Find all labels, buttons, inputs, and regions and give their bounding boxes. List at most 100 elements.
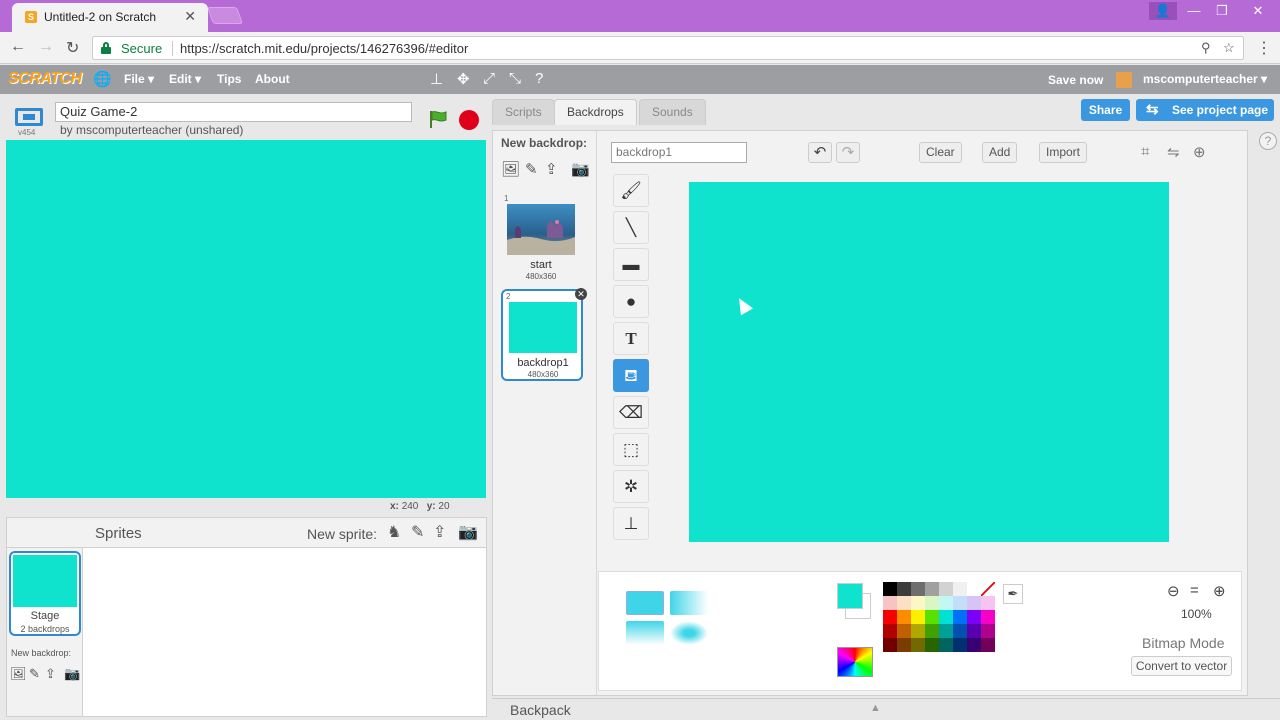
share-button[interactable]: Share: [1081, 99, 1130, 121]
about-menu[interactable]: About: [255, 72, 290, 86]
language-globe-icon[interactable]: 🌐: [93, 70, 112, 88]
paint-sprite-icon[interactable]: ✎: [411, 522, 424, 542]
palette-color-cell[interactable]: [953, 582, 967, 596]
star-icon[interactable]: ☆: [1223, 40, 1235, 56]
cut-scissors-icon[interactable]: ✥: [457, 70, 470, 88]
eyedropper-icon[interactable]: ✒: [1003, 584, 1023, 604]
username-menu[interactable]: mscomputerteacher ▾: [1143, 72, 1267, 86]
green-flag-icon[interactable]: [428, 109, 448, 129]
brush-tool-icon[interactable]: 🖌: [613, 174, 649, 207]
palette-color-cell[interactable]: [981, 624, 995, 638]
redo-icon[interactable]: ↷: [836, 142, 860, 163]
scratch-logo[interactable]: SCRATCH: [8, 70, 82, 88]
tab-backdrops[interactable]: Backdrops: [554, 99, 637, 125]
browser-tab[interactable]: S Untitled-2 on Scratch ✕: [12, 3, 208, 32]
upload-backdrop-icon-small[interactable]: ⇪: [45, 666, 56, 682]
palette-color-cell[interactable]: [939, 582, 953, 596]
line-tool-icon[interactable]: ╲: [613, 211, 649, 244]
back-icon[interactable]: ←: [10, 38, 26, 56]
zoom-in-icon[interactable]: ⊕: [1213, 582, 1226, 600]
new-tab-button[interactable]: [206, 7, 244, 24]
palette-color-cell[interactable]: [939, 638, 953, 652]
palette-color-cell[interactable]: [981, 582, 995, 596]
convert-to-vector-button[interactable]: Convert to vector: [1131, 656, 1232, 676]
delete-backdrop-icon[interactable]: ✕: [575, 288, 587, 300]
palette-color-cell[interactable]: [911, 610, 925, 624]
palette-color-cell[interactable]: [967, 582, 981, 596]
camera-backdrop-icon[interactable]: 📷: [571, 160, 590, 178]
see-project-page-button[interactable]: ⇆ See project page: [1136, 99, 1274, 121]
help-icon[interactable]: ?: [1259, 132, 1277, 150]
palette-color-cell[interactable]: [925, 624, 939, 638]
palette-color-cell[interactable]: [897, 582, 911, 596]
edit-menu[interactable]: Edit ▾: [169, 72, 201, 86]
block-help-icon[interactable]: ?: [535, 70, 543, 87]
remove-background-tool-icon[interactable]: ✲: [613, 470, 649, 503]
reload-icon[interactable]: ↻: [66, 38, 79, 58]
close-window-icon[interactable]: ✕: [1237, 2, 1279, 20]
backdrop-thumb-backdrop1[interactable]: 2 backdrop1 480x360 ✕: [501, 288, 587, 381]
zoom-reset-icon[interactable]: =: [1190, 582, 1199, 599]
maximize-icon[interactable]: ❐: [1208, 2, 1236, 20]
palette-color-cell[interactable]: [953, 596, 967, 610]
forward-icon[interactable]: →: [38, 38, 54, 56]
zoom-out-icon[interactable]: ⊖: [1167, 582, 1180, 600]
flip-horizontal-icon[interactable]: ⇋: [1167, 143, 1180, 161]
color-palette[interactable]: [883, 582, 995, 680]
palette-color-cell[interactable]: [925, 638, 939, 652]
palette-color-cell[interactable]: [981, 596, 995, 610]
duplicate-stamp-icon[interactable]: ⊥: [430, 70, 443, 88]
color-picker-rainbow[interactable]: [837, 647, 873, 677]
camera-sprite-icon[interactable]: 📷: [458, 522, 478, 542]
camera-backdrop-icon-small[interactable]: 📷: [64, 666, 80, 682]
chrome-menu-icon[interactable]: ⋮: [1256, 38, 1272, 58]
upload-sprite-icon[interactable]: ⇪: [433, 522, 446, 542]
set-costume-center-icon[interactable]: ⊕: [1193, 143, 1206, 161]
palette-color-cell[interactable]: [925, 596, 939, 610]
palette-color-cell[interactable]: [967, 638, 981, 652]
backpack-bar[interactable]: Backpack ▲: [492, 698, 1280, 720]
profile-icon[interactable]: 👤: [1149, 2, 1177, 20]
palette-color-cell[interactable]: [925, 582, 939, 596]
fill-radial-gradient-option[interactable]: [670, 621, 708, 645]
palette-color-cell[interactable]: [911, 624, 925, 638]
palette-color-cell[interactable]: [911, 596, 925, 610]
fill-horizontal-gradient-option[interactable]: [670, 591, 708, 615]
upload-backdrop-icon[interactable]: ⇪: [545, 160, 558, 178]
stamp-tool-icon[interactable]: ⊥: [613, 507, 649, 540]
palette-color-cell[interactable]: [897, 624, 911, 638]
tips-menu[interactable]: Tips: [217, 72, 241, 86]
palette-color-cell[interactable]: [939, 596, 953, 610]
palette-color-cell[interactable]: [897, 610, 911, 624]
backdrop-library-icon-small[interactable]: 🖼: [10, 666, 27, 682]
select-tool-icon[interactable]: ⬚: [613, 433, 649, 466]
stop-icon[interactable]: [459, 110, 479, 130]
palette-color-cell[interactable]: [981, 610, 995, 624]
undo-icon[interactable]: ↶: [808, 142, 832, 163]
palette-color-cell[interactable]: [953, 610, 967, 624]
palette-color-cell[interactable]: [953, 638, 967, 652]
costume-name-input[interactable]: backdrop1: [611, 142, 747, 163]
palette-color-cell[interactable]: [883, 610, 897, 624]
stage-thumbnail[interactable]: Stage 2 backdrops: [9, 551, 81, 636]
user-avatar[interactable]: [1116, 72, 1132, 88]
primary-color-swatch[interactable]: [837, 583, 863, 609]
palette-color-cell[interactable]: [939, 610, 953, 624]
fill-vertical-gradient-option[interactable]: [626, 621, 664, 645]
fill-bucket-tool-icon[interactable]: ⛾: [613, 359, 649, 392]
palette-color-cell[interactable]: [897, 596, 911, 610]
backdrop-thumb-start[interactable]: 1 start 480x360: [501, 193, 583, 285]
sprite-library-icon[interactable]: ♞: [387, 522, 401, 542]
file-menu[interactable]: File ▾: [124, 72, 154, 86]
paint-backdrop-icon-small[interactable]: ✎: [29, 666, 40, 682]
paint-backdrop-icon[interactable]: ✎: [525, 160, 538, 178]
minimize-icon[interactable]: —: [1180, 2, 1208, 20]
shrink-icon[interactable]: ⤡: [509, 70, 521, 87]
backpack-expand-icon[interactable]: ▲: [870, 702, 881, 714]
paint-canvas[interactable]: [689, 182, 1169, 542]
ellipse-tool-icon[interactable]: ●: [613, 285, 649, 318]
palette-color-cell[interactable]: [911, 638, 925, 652]
grow-icon[interactable]: ⤢: [483, 70, 495, 87]
save-now-link[interactable]: Save now: [1048, 73, 1103, 87]
palette-color-cell[interactable]: [953, 624, 967, 638]
